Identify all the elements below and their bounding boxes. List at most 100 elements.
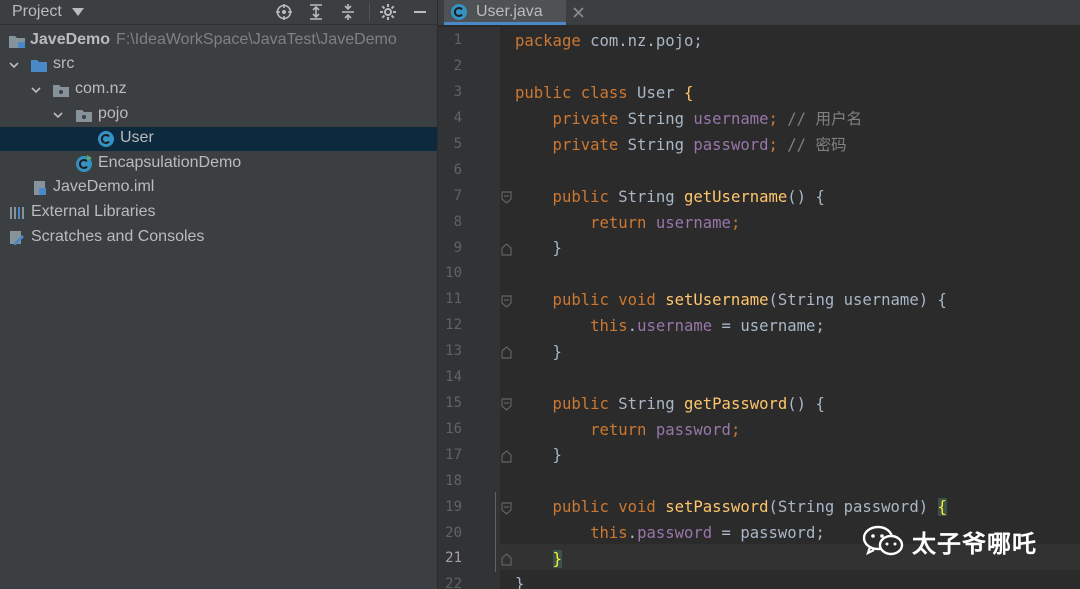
scratches-icon bbox=[10, 231, 24, 245]
libraries-icon bbox=[10, 207, 24, 219]
code-line-13[interactable]: } bbox=[515, 339, 562, 365]
line-number-active: 21 bbox=[445, 550, 462, 566]
expand-all-icon[interactable] bbox=[305, 2, 327, 22]
tree-item-external-libraries[interactable]: External Libraries bbox=[0, 201, 437, 225]
line-number: 9 bbox=[453, 240, 462, 256]
code-token: getPassword bbox=[684, 395, 788, 413]
code-token: return bbox=[515, 214, 647, 232]
code-token: private bbox=[515, 136, 619, 154]
line-number: 10 bbox=[445, 265, 462, 281]
package-folder-icon bbox=[76, 110, 92, 122]
collapse-all-icon[interactable] bbox=[337, 2, 359, 22]
code-token: public void bbox=[515, 291, 656, 309]
matched-brace: { bbox=[937, 498, 947, 516]
minimize-icon[interactable] bbox=[409, 2, 431, 22]
code-editor[interactable]: User.java 1 2 3 4 5 6 7 8 9 10 11 12 13 … bbox=[438, 0, 1080, 589]
code-line-15[interactable]: public String getPassword() { bbox=[515, 391, 825, 417]
close-tab-icon[interactable] bbox=[573, 7, 584, 18]
code-token: username bbox=[646, 214, 731, 232]
tree-item-project-root[interactable]: JaveDemo F:\IdeaWorkSpace\JavaTest\JaveDe… bbox=[0, 29, 437, 53]
code-token: ; bbox=[730, 421, 741, 439]
watermark: 太子爷哪吒 bbox=[862, 524, 1037, 558]
project-header: Project bbox=[0, 0, 437, 25]
java-runnable-class-icon bbox=[76, 155, 92, 172]
fold-start-icon[interactable] bbox=[501, 398, 512, 411]
editor-tab-bar: User.java bbox=[438, 0, 1080, 25]
code-token: username bbox=[693, 110, 769, 128]
code-line-3[interactable]: public class User { bbox=[515, 80, 693, 106]
chevron-down-icon[interactable] bbox=[31, 85, 41, 95]
code-token: package bbox=[515, 32, 581, 50]
chevron-down-icon[interactable] bbox=[9, 60, 19, 70]
code-line-4[interactable]: private String username; // 用户名 bbox=[515, 106, 863, 132]
line-number: 2 bbox=[453, 58, 462, 74]
line-number: 13 bbox=[445, 343, 462, 359]
tree-item-iml[interactable]: JaveDemo.iml bbox=[0, 176, 437, 200]
fold-end-icon[interactable] bbox=[501, 553, 512, 566]
tree-item-encapsulation-demo[interactable]: EncapsulationDemo bbox=[0, 152, 437, 176]
tab-label: User.java bbox=[476, 3, 543, 20]
matched-brace: } bbox=[552, 550, 562, 568]
code-token: private bbox=[515, 110, 619, 128]
code-line-9[interactable]: } bbox=[515, 235, 562, 261]
line-number: 3 bbox=[453, 84, 462, 100]
code-token: ; bbox=[768, 136, 778, 154]
code-token: . bbox=[627, 524, 638, 542]
code-line-16[interactable]: return password; bbox=[515, 417, 740, 443]
tree-item-label: EncapsulationDemo bbox=[98, 154, 242, 171]
fold-end-icon[interactable] bbox=[501, 450, 512, 463]
code-token: password bbox=[637, 524, 713, 542]
code-token: public class bbox=[515, 84, 628, 102]
line-number: 18 bbox=[445, 473, 462, 489]
code-line-22[interactable]: } bbox=[515, 571, 524, 589]
code-comment: // 用户名 bbox=[777, 110, 863, 128]
tree-item-com-nz[interactable]: com.nz bbox=[0, 78, 437, 102]
code-line-12[interactable]: this.username = username; bbox=[515, 313, 825, 339]
tree-item-scratches[interactable]: Scratches and Consoles bbox=[0, 226, 437, 250]
line-number: 5 bbox=[453, 136, 462, 152]
fold-start-icon[interactable] bbox=[501, 295, 512, 308]
tree-item-src[interactable]: src bbox=[0, 53, 437, 77]
line-number: 7 bbox=[453, 188, 462, 204]
project-view-title[interactable]: Project bbox=[12, 3, 62, 21]
code-token: String bbox=[618, 136, 694, 154]
tree-item-pojo[interactable]: pojo bbox=[0, 103, 437, 127]
scope-indicator-line bbox=[495, 492, 496, 572]
code-token: this bbox=[515, 524, 628, 542]
locate-icon[interactable] bbox=[273, 2, 295, 22]
tab-user-java[interactable]: User.java bbox=[444, 0, 566, 25]
code-line-8[interactable]: return username; bbox=[515, 210, 740, 236]
line-number: 11 bbox=[445, 291, 462, 307]
code-comment: // 密码 bbox=[777, 136, 847, 154]
chevron-down-icon[interactable] bbox=[53, 110, 63, 120]
project-path: F:\IdeaWorkSpace\JavaTest\JaveDemo bbox=[116, 31, 397, 48]
code-line-19[interactable]: public void setPassword(String password)… bbox=[515, 494, 947, 520]
tree-item-label: JaveDemo bbox=[30, 31, 111, 48]
code-line-11[interactable]: public void setUsername(String username)… bbox=[515, 287, 947, 313]
code-token: password bbox=[646, 421, 731, 439]
code-line-7[interactable]: public String getUsername() { bbox=[515, 184, 825, 210]
line-number: 14 bbox=[445, 369, 462, 385]
fold-start-icon[interactable] bbox=[501, 191, 512, 204]
tree-item-label: External Libraries bbox=[31, 203, 156, 220]
code-line-20[interactable]: this.password = password; bbox=[515, 520, 825, 546]
view-dropdown-icon[interactable] bbox=[72, 8, 84, 16]
line-number: 19 bbox=[445, 499, 462, 515]
code-line-21[interactable]: } bbox=[515, 546, 562, 572]
watermark-text: 太子爷哪吒 bbox=[912, 529, 1037, 558]
fold-end-icon[interactable] bbox=[501, 346, 512, 359]
line-number: 6 bbox=[453, 162, 462, 178]
code-line-5[interactable]: private String password; // 密码 bbox=[515, 132, 847, 158]
code-line-17[interactable]: } bbox=[515, 442, 562, 468]
fold-start-icon[interactable] bbox=[501, 502, 512, 515]
gear-icon[interactable] bbox=[377, 2, 399, 22]
line-number: 4 bbox=[453, 110, 462, 126]
package-folder-icon bbox=[53, 85, 69, 97]
project-panel: Project JaveDemo F:\IdeaWorkSpace\JavaTes… bbox=[0, 0, 437, 589]
code-token: String bbox=[608, 395, 684, 413]
tree-item-user[interactable]: User bbox=[0, 127, 437, 151]
fold-end-icon[interactable] bbox=[501, 243, 512, 256]
tree-item-label: com.nz bbox=[75, 80, 127, 97]
code-line-1[interactable]: package com.nz.pojo; bbox=[515, 28, 703, 54]
